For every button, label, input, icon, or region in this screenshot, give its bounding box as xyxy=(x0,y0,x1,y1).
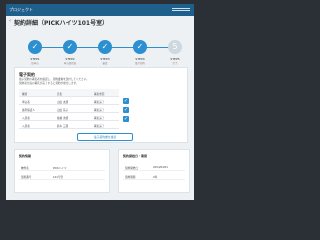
field-label: 部屋番号 xyxy=(21,176,32,179)
user-menu[interactable] xyxy=(172,8,190,12)
table-row: 入居者 佐藤 次郎 署名完了 xyxy=(19,113,119,121)
list-item: 契約期間 2年 xyxy=(123,173,185,180)
table-header: 種別 氏名 署名状況 xyxy=(19,89,119,97)
column-header: 種別 xyxy=(22,92,28,96)
table-row: 入居者 鈴木 三郎 署名完了 xyxy=(19,121,119,129)
table-cell: 入居者 xyxy=(22,116,30,120)
e-contract-card: 電子契約 電子契約の署名者を確認し、契約書類を送付してください。 契約者全員の署… xyxy=(14,67,188,143)
progress-stepper: ✓ ✓ ✓ ✓ 5 STEP1 STEP2 STEP3 STEP4 STEP5 … xyxy=(28,39,184,65)
checkbox-checked-icon[interactable]: ✓ xyxy=(123,116,129,122)
instruction-text-1: 電子契約の署名者を確認し、契約書類を送付してください。 xyxy=(19,78,89,81)
field-value: PICKハイツ xyxy=(53,167,67,170)
table-cell: 申込者 xyxy=(22,100,30,104)
step-5-number: 5 xyxy=(168,40,182,54)
view-contract-button[interactable]: 電子契約書を確認 xyxy=(77,133,133,141)
step-3-sub: 審査 xyxy=(102,62,108,65)
back-arrow-icon[interactable]: ‹ xyxy=(9,18,11,24)
field-value: 101号室 xyxy=(53,176,64,179)
table-cell: 山田 太郎 xyxy=(57,100,69,104)
card-title: 契約情報 xyxy=(19,154,32,158)
app-logo: プロジェクト xyxy=(9,7,33,12)
step-5-sub: 完了 xyxy=(172,62,178,65)
top-bar: プロジェクト xyxy=(6,4,194,16)
step-3-check-icon: ✓ xyxy=(98,40,112,54)
table-cell: 署名完了 xyxy=(94,108,105,112)
signer-table: 種別 氏名 署名状況 申込者 山田 太郎 署名完了 連帯保証人 山田 花子 署名… xyxy=(19,89,119,129)
checkbox-checked-icon[interactable]: ✓ xyxy=(123,107,129,113)
list-item: 部屋番号 101号室 xyxy=(19,173,105,180)
step-4-check-icon: ✓ xyxy=(133,40,147,54)
card-title: 契約開始日・期間 xyxy=(123,154,148,158)
table-cell: 署名完了 xyxy=(94,100,105,104)
field-value: 2024/04/01 xyxy=(153,166,168,169)
instruction-text-2: 契約者全員の署名が完了すると契約が成立します。 xyxy=(19,82,79,85)
step-4-sub: 電子契約 xyxy=(134,62,145,65)
table-row: 申込者 山田 太郎 署名完了 xyxy=(19,97,119,105)
table-cell: 佐藤 次郎 xyxy=(57,116,69,120)
field-label: 物件名 xyxy=(21,167,29,170)
field-label: 契約開始日 xyxy=(125,167,138,170)
step-2-check-icon: ✓ xyxy=(63,40,77,54)
checkbox-checked-icon[interactable]: ✓ xyxy=(123,98,129,104)
list-item: 契約開始日 2024/04/01 xyxy=(123,164,185,171)
table-cell: 入居者 xyxy=(22,124,30,128)
table-cell: 署名完了 xyxy=(94,116,105,120)
table-cell: 署名完了 xyxy=(94,124,105,128)
app-screen: プロジェクト ‹ 契約詳細（PICKハイツ101号室） ✓ ✓ ✓ ✓ 5 ST… xyxy=(6,4,194,200)
contract-period-card: 契約開始日・期間 契約開始日 2024/04/01 契約期間 2年 xyxy=(118,149,190,193)
table-row: 連帯保証人 山田 花子 署名完了 xyxy=(19,105,119,113)
table-cell: 山田 花子 xyxy=(57,108,69,112)
contract-info-card: 契約情報 物件名 PICKハイツ 部屋番号 101号室 xyxy=(14,149,110,193)
step-1-sub: 仮申込 xyxy=(31,62,39,65)
field-label: 契約期間 xyxy=(125,176,136,179)
table-cell: 鈴木 三郎 xyxy=(57,124,69,128)
column-header: 氏名 xyxy=(57,92,63,96)
field-value: 2年 xyxy=(153,176,158,179)
step-2-sub: 申込書提出 xyxy=(63,62,77,65)
table-cell: 連帯保証人 xyxy=(22,108,35,112)
list-item: 物件名 PICKハイツ xyxy=(19,164,105,171)
step-1-check-icon: ✓ xyxy=(28,40,42,54)
page-title: 契約詳細（PICKハイツ101号室） xyxy=(14,20,109,27)
column-header: 署名状況 xyxy=(94,92,105,96)
